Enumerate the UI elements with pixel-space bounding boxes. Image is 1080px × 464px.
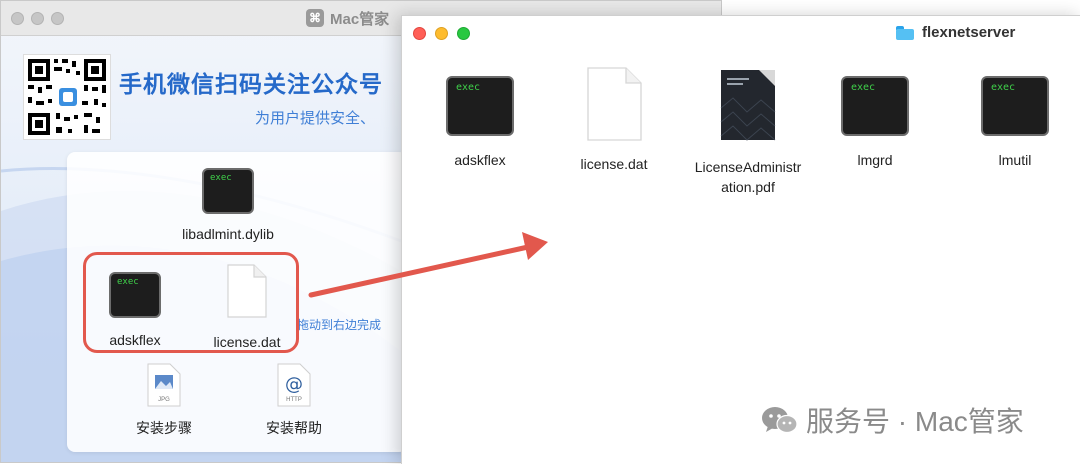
pdf-icon [720,70,776,141]
exec-icon: exec [446,76,514,136]
minimize-button-inactive[interactable] [31,12,44,25]
install-help-label: 安装帮助 [266,420,322,436]
qr-code-icon [23,54,111,140]
install-steps-item[interactable]: JPG 安装步骤 [125,363,203,438]
install-help-item[interactable]: @ HTTP 安装帮助 [255,363,333,438]
exec-icon: exec [981,76,1049,136]
svg-text:HTTP: HTTP [286,397,302,403]
install-steps-label: 安装步骤 [136,420,192,436]
exec-icon: exec [841,76,909,136]
flexnetserver-finder-window: flexnetserver exec adskflex license.dat … [401,15,1080,464]
exec-icon: exec [202,168,254,214]
drag-hint-text: 拖动到右边完成 [297,318,382,332]
mac-guanjia-app-icon: ⌘ [306,9,324,27]
svg-text:@: @ [285,374,303,395]
jpg-file-icon: JPG [147,363,181,407]
file-label: lmgrd [857,152,893,168]
finder-file-license-admin-pdf[interactable]: LicenseAdministr ation.pdf [683,68,813,197]
zoom-button[interactable] [457,27,470,40]
promo-subline: 为用户提供安全、 [255,110,376,127]
close-button[interactable] [413,27,426,40]
promo-headline: 手机微信扫码关注公众号 [119,71,383,97]
file-label: libadlmint.dylib [182,226,274,242]
file-label: LicenseAdministr ation.pdf [694,159,802,195]
finder-file-adskflex[interactable]: exec adskflex [415,76,545,170]
selection-highlight-box [83,252,299,353]
minimize-button[interactable] [435,27,448,40]
front-window-title-text: flexnetserver [922,24,1016,41]
folder-icon [896,25,914,40]
close-button-inactive[interactable] [11,12,24,25]
file-label: lmutil [998,152,1032,168]
watermark-text: 服务号 · Mac管家 [806,406,1024,437]
document-icon [587,67,642,141]
back-window-title-text: Mac管家 [330,10,390,28]
finder-file-license-dat[interactable]: license.dat [549,66,679,174]
finder-file-lmutil[interactable]: exec lmutil [950,76,1080,170]
front-window-titlebar: flexnetserver [402,16,1080,52]
svg-text:JPG: JPG [158,397,170,403]
finder-file-lmgrd[interactable]: exec lmgrd [810,76,940,170]
front-window-title: flexnetserver [896,24,1015,41]
wechat-watermark: 服务号 · Mac管家 [760,400,1024,440]
http-file-icon: @ HTTP [277,363,311,407]
back-window-title: ⌘ Mac管家 [306,8,389,28]
zoom-button-inactive[interactable] [51,12,64,25]
wechat-icon [762,407,798,434]
file-label: license.dat [580,156,648,172]
file-libadlmint[interactable]: exec libadlmint.dylib [169,168,287,242]
file-label: adskflex [454,152,506,168]
